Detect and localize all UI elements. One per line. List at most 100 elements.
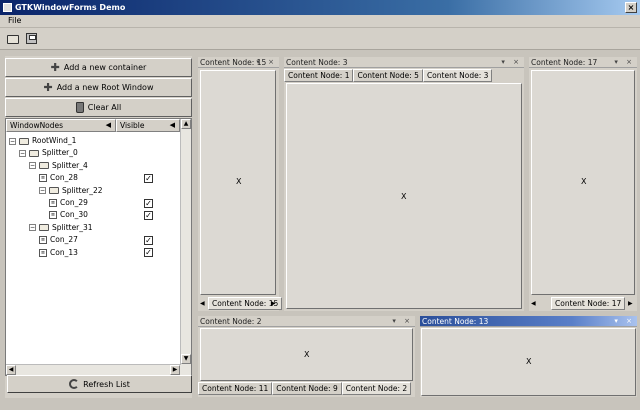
app-icon (3, 3, 12, 12)
content-placeholder: X (581, 177, 587, 186)
tab-scroll-right-icon[interactable]: ▶ (628, 300, 633, 307)
tree-row[interactable]: − Splitter_4 (29, 160, 88, 172)
tab-content-node-11[interactable]: Content Node: 11 (198, 382, 273, 395)
pane-controls[interactable]: ▾ × (501, 57, 522, 68)
tree-row-label: Con_29 (60, 198, 88, 207)
tab-content-node-5[interactable]: Content Node: 5 (353, 69, 423, 82)
add-icon: ✚ (50, 61, 60, 74)
pane-content-node-17: Content Node: 17 ▾ × X ◀ Content Node: 1… (529, 57, 637, 311)
scroll-up-arrow-icon[interactable]: ▲ (181, 119, 191, 129)
pane-title[interactable]: Content Node: 13 (420, 316, 637, 327)
pane-tabs: Content Node: 11 Content Node: 9 Content… (198, 382, 412, 395)
menubar: File (0, 15, 640, 28)
pane-content-node-15: Content Node: 15 ▾ × X ◀ Content Node: 1… (198, 57, 283, 311)
open-folder-icon (7, 35, 19, 44)
tree-row[interactable]: ≡ Con_30 (49, 209, 88, 221)
window-titlebar: GTKWindowForms Demo × (0, 0, 640, 15)
tree-row[interactable]: ≡ Con_27 (39, 234, 78, 246)
pane-controls[interactable]: ▾ × (256, 57, 277, 68)
tree-header: WindowNodes ◀ Visible ◀ (6, 119, 180, 132)
tab-scroll-right-icon[interactable]: ▶ (271, 300, 276, 307)
refresh-label: Refresh List (83, 379, 130, 389)
tab-scroll-left-icon[interactable]: ◀ (200, 300, 205, 307)
collapse-toggle-icon[interactable]: − (29, 224, 36, 232)
column-label: WindowNodes (10, 121, 64, 130)
content-placeholder: X (401, 192, 407, 201)
add-root-label: Add a new Root Window (56, 83, 154, 92)
scroll-right-arrow-icon[interactable]: ▶ (170, 365, 180, 375)
tree-row-label: Splitter_22 (62, 185, 103, 195)
tree-row[interactable]: − Splitter_22 (39, 185, 103, 197)
pane-content-node-13: Content Node: 13 ▾ × X (420, 316, 637, 397)
tree-horizontal-scrollbar[interactable]: ◀ ▶ (6, 364, 181, 375)
column-label: Visible (120, 121, 145, 130)
visible-checkbox[interactable]: ✓ (144, 235, 153, 245)
refresh-list-button[interactable]: Refresh List (7, 375, 192, 393)
pane-tabs: Content Node: 1 Content Node: 5 Content … (284, 69, 493, 82)
tree-row[interactable]: ≡ Con_13 (39, 247, 78, 259)
tree-row[interactable]: − RootWind_1 (9, 135, 76, 147)
pane-content: X (200, 70, 276, 295)
content-node-icon: ≡ (49, 199, 57, 207)
add-root-window-button[interactable]: ✚ Add a new Root Window (5, 78, 192, 97)
visible-checkbox[interactable]: ✓ (144, 210, 153, 220)
pane-title[interactable]: Content Node: 2 (198, 316, 415, 327)
pane-content: X (200, 328, 413, 381)
window-close-button[interactable]: × (625, 2, 637, 13)
pane-content: X (421, 328, 636, 396)
content-node-icon: ≡ (49, 211, 57, 220)
visible-checkbox[interactable]: ✓ (144, 198, 153, 208)
tab-content-node-17[interactable]: Content Node: 17 (551, 297, 626, 310)
toolbar (0, 28, 640, 50)
add-icon: ✚ (43, 81, 53, 94)
save-button[interactable] (26, 32, 40, 46)
add-container-button[interactable]: ✚ Add a new container (5, 58, 192, 77)
content-placeholder: X (236, 177, 242, 186)
pane-controls[interactable]: ▾ × (614, 57, 635, 68)
folder-icon (39, 224, 49, 232)
pane-controls[interactable]: ▾ × (614, 316, 635, 327)
save-disk-icon (26, 33, 37, 44)
folder-icon (29, 149, 39, 157)
open-button[interactable] (7, 32, 21, 46)
tree-row-label: Con_28 (50, 173, 78, 183)
pane-controls[interactable]: ▾ × (392, 316, 413, 327)
tree-row-label: Splitter_31 (52, 222, 93, 232)
scroll-left-arrow-icon[interactable]: ◀ (6, 365, 16, 375)
tree-row[interactable]: ≡ Con_28 (39, 172, 78, 184)
content-node-icon: ≡ (39, 236, 47, 245)
tab-content-node-3[interactable]: Content Node: 3 (422, 69, 493, 82)
collapse-toggle-icon[interactable]: − (29, 162, 36, 170)
pane-content: X (531, 70, 635, 295)
pane-content-node-3: Content Node: 3 ▾ × Content Node: 1 Cont… (284, 57, 524, 311)
tree-row[interactable]: − Splitter_31 (29, 222, 93, 234)
menu-file[interactable]: File (0, 15, 29, 26)
visible-checkbox[interactable]: ✓ (144, 173, 153, 183)
visible-checkbox[interactable]: ✓ (144, 248, 153, 258)
tab-content-node-1[interactable]: Content Node: 1 (284, 69, 354, 82)
tree-row[interactable]: ≡ Con_29 (49, 197, 88, 209)
content-node-icon: ≡ (39, 248, 47, 257)
collapse-toggle-icon[interactable]: − (19, 149, 26, 157)
clear-all-label: Clear All (87, 103, 122, 112)
collapse-toggle-icon[interactable]: − (39, 187, 46, 195)
tree-row[interactable]: − Splitter_0 (19, 147, 78, 159)
column-header-windownodes[interactable]: WindowNodes ◀ (6, 119, 116, 132)
tab-content-node-2[interactable]: Content Node: 2 (341, 382, 412, 395)
scroll-down-arrow-icon[interactable]: ▼ (181, 354, 191, 364)
tree-row-label: Splitter_0 (42, 148, 78, 158)
tree-vertical-scrollbar[interactable]: ▲ ▼ (180, 119, 191, 375)
collapse-toggle-icon[interactable]: − (9, 137, 16, 145)
content-placeholder: X (304, 350, 310, 359)
folder-icon (49, 187, 59, 195)
window-nodes-tree[interactable]: WindowNodes ◀ Visible ◀ − RootWind_1− Spli… (5, 118, 192, 376)
tab-content-node-9[interactable]: Content Node: 9 (272, 382, 342, 395)
column-header-visible[interactable]: Visible ◀ (116, 119, 180, 132)
sort-arrow-icon: ◀ (169, 121, 175, 129)
pane-content: X (286, 83, 522, 309)
tab-scroll-left-icon[interactable]: ◀ (531, 300, 536, 307)
clear-all-button[interactable]: Clear All (5, 98, 192, 117)
pane-title[interactable]: Content Node: 3 (284, 57, 524, 68)
content-placeholder: X (526, 357, 532, 366)
sort-arrow-icon: ◀ (105, 121, 111, 129)
